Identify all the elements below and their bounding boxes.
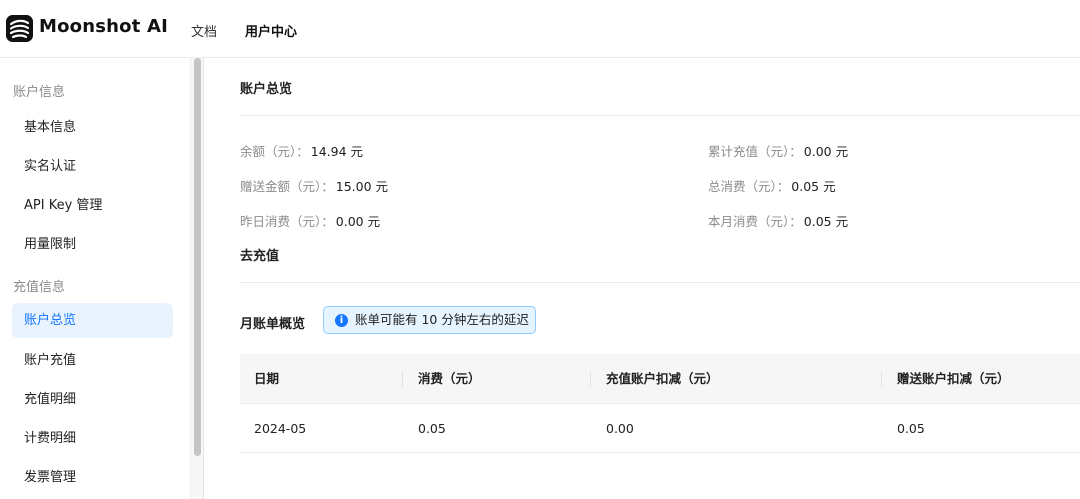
divider <box>240 115 1080 116</box>
info-icon: i <box>335 314 348 327</box>
monthly-bill-title: 月账单概览 <box>240 317 306 332</box>
column-separator <box>881 371 882 387</box>
column-header-spend: 消费（元） <box>418 371 481 386</box>
sidebar: 账户信息 基本信息 实名认证 API Key 管理 用量限制 充值信息 账户总览… <box>0 58 190 499</box>
sidebar-item-recharge[interactable]: 账户充值 <box>12 343 173 378</box>
cell-recharge-deduction: 0.00 <box>606 421 634 436</box>
overview-title: 账户总览 <box>240 82 293 97</box>
top-bar: Moonshot AI 文档 用户中心 <box>0 0 1080 58</box>
stat-balance: 余额（元）： 14.94 元 <box>240 141 363 160</box>
sidebar-scrollbar-thumb[interactable] <box>194 58 201 456</box>
sidebar-item-verification[interactable]: 实名认证 <box>12 149 173 184</box>
sidebar-item-recharge-details[interactable]: 充值明细 <box>12 382 173 417</box>
cell-spend: 0.05 <box>418 421 446 436</box>
sidebar-group-recharge-info: 充值信息 <box>13 280 66 295</box>
column-header-date: 日期 <box>254 371 280 386</box>
sidebar-item-invoice[interactable]: 发票管理 <box>12 460 173 495</box>
stat-label: 本月消费（元）： <box>708 214 802 229</box>
stat-value: 14.94 元 <box>310 144 364 159</box>
stat-gift-amount: 赠送金额（元）： 15.00 元 <box>240 176 388 195</box>
stat-value: 0.05 元 <box>803 214 849 229</box>
stat-value: 0.00 元 <box>803 144 849 159</box>
sidebar-item-api-key[interactable]: API Key 管理 <box>12 188 173 223</box>
column-header-recharge-deduction: 充值账户扣减（元） <box>606 371 719 386</box>
stat-value: 15.00 元 <box>335 179 389 194</box>
delay-notice: i 账单可能有 10 分钟左右的延迟 <box>323 306 536 334</box>
nav-docs[interactable]: 文档 <box>191 21 217 40</box>
stat-value: 0.00 元 <box>335 214 381 229</box>
stat-label: 赠送金额（元）： <box>240 179 334 194</box>
sidebar-group-account-info: 账户信息 <box>13 85 66 100</box>
sidebar-item-usage-limit[interactable]: 用量限制 <box>12 227 173 262</box>
stat-label: 昨日消费（元）： <box>240 214 334 229</box>
stat-yesterday-spend: 昨日消费（元）： 0.00 元 <box>240 211 380 230</box>
sidebar-scrollbar[interactable] <box>190 58 204 499</box>
stat-label: 总消费（元）： <box>708 179 790 194</box>
monthly-bill-table: 日期 消费（元） 充值账户扣减（元） 赠送账户扣减（元） 2024-05 0.0… <box>240 354 1080 453</box>
main-content: 账户总览 余额（元）： 14.94 元 赠送金额（元）： 15.00 元 昨日消费（… <box>218 58 1080 499</box>
table-row: 2024-05 0.05 0.00 0.05 <box>240 404 1080 453</box>
column-header-gift-deduction: 赠送账户扣减（元） <box>897 371 1010 386</box>
nav-user-center[interactable]: 用户中心 <box>245 21 297 40</box>
column-separator <box>590 371 591 387</box>
stat-label: 余额（元）： <box>240 144 309 159</box>
stat-total-spend: 总消费（元）： 0.05 元 <box>708 176 836 195</box>
cell-gift-deduction: 0.05 <box>897 421 925 436</box>
divider <box>240 282 1080 283</box>
stat-month-spend: 本月消费（元）： 0.05 元 <box>708 211 848 230</box>
brand-name[interactable]: Moonshot AI <box>39 16 168 37</box>
cell-date: 2024-05 <box>254 421 307 436</box>
sidebar-item-account-overview[interactable]: 账户总览 <box>12 303 173 338</box>
moonshot-logo-icon[interactable] <box>6 15 33 42</box>
recharge-link[interactable]: 去充值 <box>240 245 279 264</box>
stat-value: 0.05 元 <box>791 179 836 194</box>
stat-total-recharge: 累计充值（元）： 0.00 元 <box>708 141 848 160</box>
column-separator <box>402 371 403 387</box>
sidebar-item-billing-details[interactable]: 计费明细 <box>12 421 173 456</box>
delay-notice-text: 账单可能有 10 分钟左右的延迟 <box>355 312 529 327</box>
stat-label: 累计充值（元）： <box>708 144 802 159</box>
sidebar-item-basic-info[interactable]: 基本信息 <box>12 110 173 145</box>
table-header: 日期 消费（元） 充值账户扣减（元） 赠送账户扣减（元） <box>240 354 1080 404</box>
